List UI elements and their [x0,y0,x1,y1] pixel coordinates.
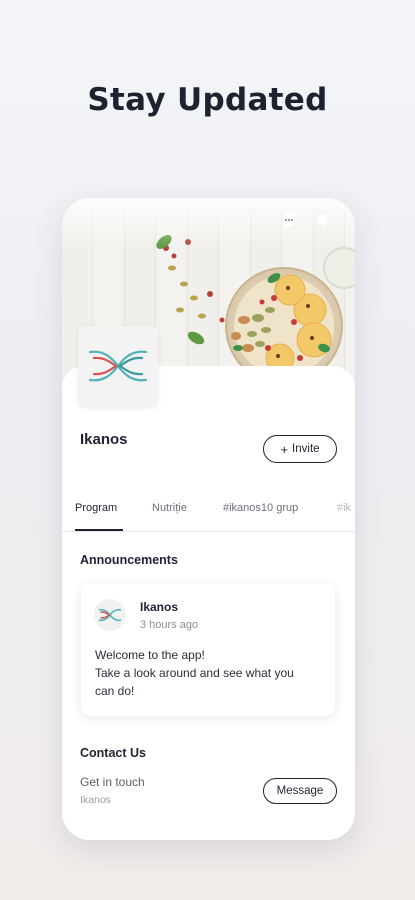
chat-icon[interactable] [281,212,301,232]
tab-nutritie[interactable]: Nutriție [152,502,187,514]
brand-logo [78,326,158,406]
post-line: Take a look around and see what you [95,666,294,680]
ikanos-logo-icon [88,350,148,382]
active-tab-indicator [75,529,123,531]
invite-label: Invite [292,443,320,455]
post-line: can do! [95,684,135,698]
contact-subtitle: Get in touch [80,775,145,789]
tab-program[interactable]: Program [75,502,117,514]
invite-button[interactable]: + Invite [263,435,337,463]
post-timestamp: 3 hours ago [140,619,199,631]
post-body: Welcome to the app! Take a look around a… [95,646,327,700]
phone-screen: Ikanos + Invite Program Nutriție #ikanos… [62,198,355,840]
contact-title: Contact Us [80,746,146,760]
tab-bar: Program Nutriție #ikanos10 grup #ik [62,494,355,532]
message-button[interactable]: Message [263,778,337,804]
contact-owner: Ikanos [80,794,111,806]
plus-icon: + [280,441,289,457]
tab-more[interactable]: #ik [337,502,351,514]
bell-icon[interactable] [315,212,335,232]
post-line: Welcome to the app! [95,648,205,662]
company-name: Ikanos [80,431,128,448]
ikanos-logo-icon [98,608,122,622]
announcements-title: Announcements [80,553,178,567]
page-headline: Stay Updated [87,82,328,118]
post-author: Ikanos [140,600,179,614]
tab-ikanos10-grup[interactable]: #ikanos10 grup [223,502,298,514]
avatar [94,599,126,631]
announcement-card[interactable]: Ikanos 3 hours ago Welcome to the app! T… [81,584,335,716]
